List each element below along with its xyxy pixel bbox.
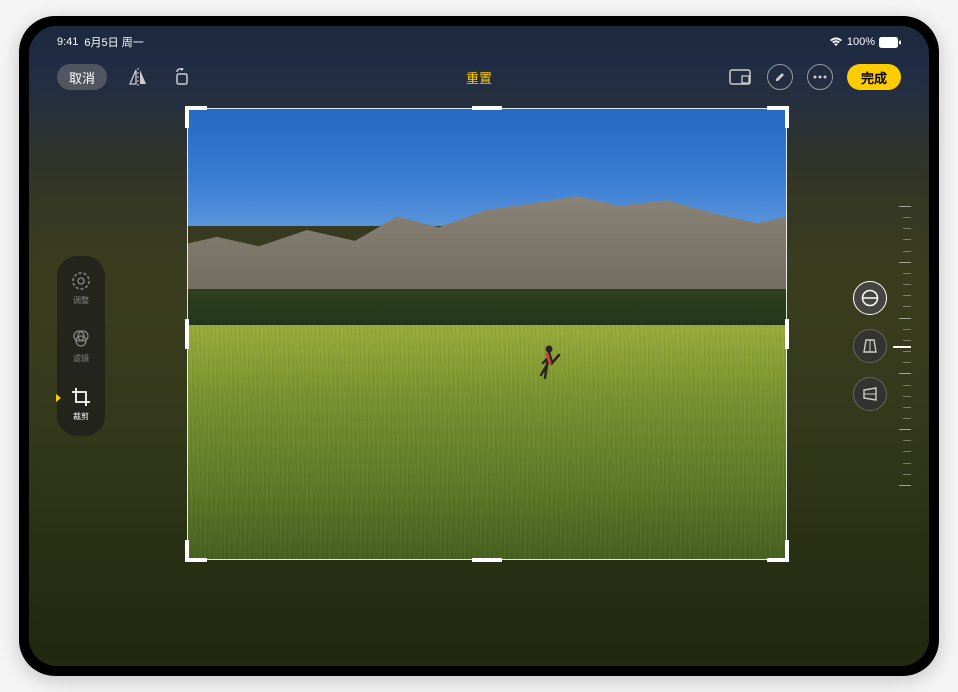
filters-label: 滤镜 <box>73 353 89 364</box>
crop-handle-top-right[interactable] <box>767 106 789 128</box>
crop-tab[interactable]: 裁剪 <box>70 386 92 422</box>
horizontal-perspective-button[interactable] <box>853 377 887 411</box>
photo-subject <box>535 343 565 383</box>
adjust-tab[interactable]: 调整 <box>70 270 92 306</box>
wifi-icon <box>829 37 843 47</box>
crop-label: 裁剪 <box>73 411 89 422</box>
crop-handle-bottom[interactable] <box>472 558 502 562</box>
straighten-controls <box>853 281 887 411</box>
photo-sky-region <box>187 108 787 226</box>
filters-tab[interactable]: 滤镜 <box>70 328 92 364</box>
crop-handle-bottom-right[interactable] <box>767 540 789 562</box>
rotation-ruler[interactable] <box>895 206 911 486</box>
markup-button[interactable] <box>767 64 793 90</box>
rotate-button[interactable] <box>169 64 195 90</box>
crop-icon <box>70 386 92 408</box>
done-button[interactable]: 完成 <box>847 64 901 90</box>
status-time: 9:41 <box>57 36 78 48</box>
aspect-ratio-button[interactable] <box>727 64 753 90</box>
crop-handle-left[interactable] <box>185 319 189 349</box>
crop-handle-right[interactable] <box>785 319 789 349</box>
status-date: 6月5日 周一 <box>84 34 143 50</box>
cancel-button[interactable]: 取消 <box>57 64 107 90</box>
photo-grass-region <box>187 325 787 560</box>
straighten-button[interactable] <box>853 281 887 315</box>
flip-horizontal-button[interactable] <box>125 64 151 90</box>
status-bar: 9:41 6月5日 周一 100% <box>29 32 929 52</box>
photo-canvas[interactable] <box>187 108 787 560</box>
ruler-indicator <box>893 346 911 348</box>
more-button[interactable] <box>807 64 833 90</box>
crop-handle-top[interactable] <box>472 106 502 110</box>
screen: 9:41 6月5日 周一 100% 取消 重置 <box>29 26 929 666</box>
toolbar: 取消 重置 完成 <box>29 58 929 96</box>
reset-button[interactable]: 重置 <box>466 68 492 87</box>
crop-handle-top-left[interactable] <box>185 106 207 128</box>
photo-content <box>187 108 787 560</box>
edit-mode-panel: 调整 滤镜 裁剪 <box>57 256 105 436</box>
crop-handle-bottom-left[interactable] <box>185 540 207 562</box>
adjust-icon <box>70 270 92 292</box>
adjust-label: 调整 <box>73 295 89 306</box>
battery-icon <box>879 37 901 48</box>
vertical-perspective-button[interactable] <box>853 329 887 363</box>
battery-percent: 100% <box>847 36 875 48</box>
device-frame: 9:41 6月5日 周一 100% 取消 重置 <box>19 16 939 676</box>
filters-icon <box>70 328 92 350</box>
